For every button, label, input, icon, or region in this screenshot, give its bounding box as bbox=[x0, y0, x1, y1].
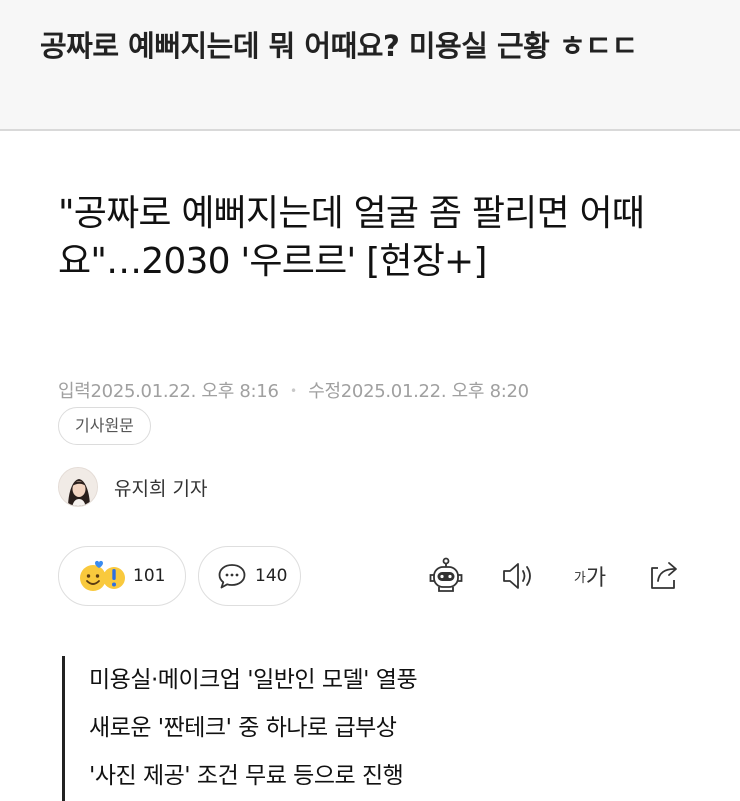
font-size-button[interactable]: 가가 bbox=[566, 556, 614, 596]
reporter[interactable]: 유지희 기자 bbox=[58, 466, 207, 508]
font-size-large-label: 가 bbox=[585, 566, 607, 591]
modified-time: 2025.01.22. 오후 8:20 bbox=[340, 381, 529, 402]
share-button[interactable] bbox=[644, 556, 684, 596]
reporter-name[interactable]: 유지희 기자 bbox=[114, 474, 207, 501]
article-summary: 미용실·메이크업 '일반인 모델' 열풍 새로운 '짠테크' 중 하나로 급부상… bbox=[62, 656, 702, 801]
input-label: 입력 bbox=[58, 381, 91, 402]
comment-count: 140 bbox=[255, 566, 288, 586]
reaction-count: 101 bbox=[133, 566, 166, 586]
text-to-speech-button[interactable] bbox=[498, 556, 538, 596]
post-header: 공짜로 예뻐지는데 뭐 어때요? 미용실 근황 ㅎㄷㄷ bbox=[0, 0, 740, 131]
font-size-small-label: 가 bbox=[573, 570, 586, 586]
reporter-photo-icon bbox=[59, 468, 97, 506]
emoji-reaction-icon bbox=[80, 560, 125, 591]
ai-summary-button[interactable] bbox=[426, 556, 466, 596]
modified-label: 수정 bbox=[308, 381, 341, 402]
share-icon bbox=[651, 562, 677, 589]
reporter-avatar[interactable] bbox=[58, 467, 98, 507]
article-headline: "공짜로 예뻐지는데 얼굴 좀 팔리면 어때요"…2030 '우르르' [현장+… bbox=[58, 193, 645, 282]
ai-summary-bot-icon bbox=[429, 557, 463, 592]
summary-line: '사진 제공' 조건 무료 등으로 진행 bbox=[89, 763, 404, 789]
original-article-button[interactable]: 기사원문 bbox=[58, 407, 151, 445]
summary-line: 새로운 '짠테크' 중 하나로 급부상 bbox=[89, 715, 397, 741]
comment-button[interactable]: 140 bbox=[198, 546, 301, 606]
speaker-icon bbox=[503, 563, 531, 589]
input-time: 2025.01.22. 오후 8:16 bbox=[90, 381, 279, 402]
article-meta: 입력2025.01.22. 오후 8:16 • 수정2025.01.22. 오후… bbox=[58, 377, 529, 403]
comment-icon bbox=[218, 564, 246, 589]
meta-separator: • bbox=[290, 384, 297, 398]
summary-line: 미용실·메이크업 '일반인 모델' 열풍 bbox=[89, 667, 418, 693]
post-title: 공짜로 예뻐지는데 뭐 어때요? 미용실 근황 ㅎㄷㄷ bbox=[40, 29, 638, 63]
reaction-button[interactable]: 101 bbox=[58, 546, 186, 606]
